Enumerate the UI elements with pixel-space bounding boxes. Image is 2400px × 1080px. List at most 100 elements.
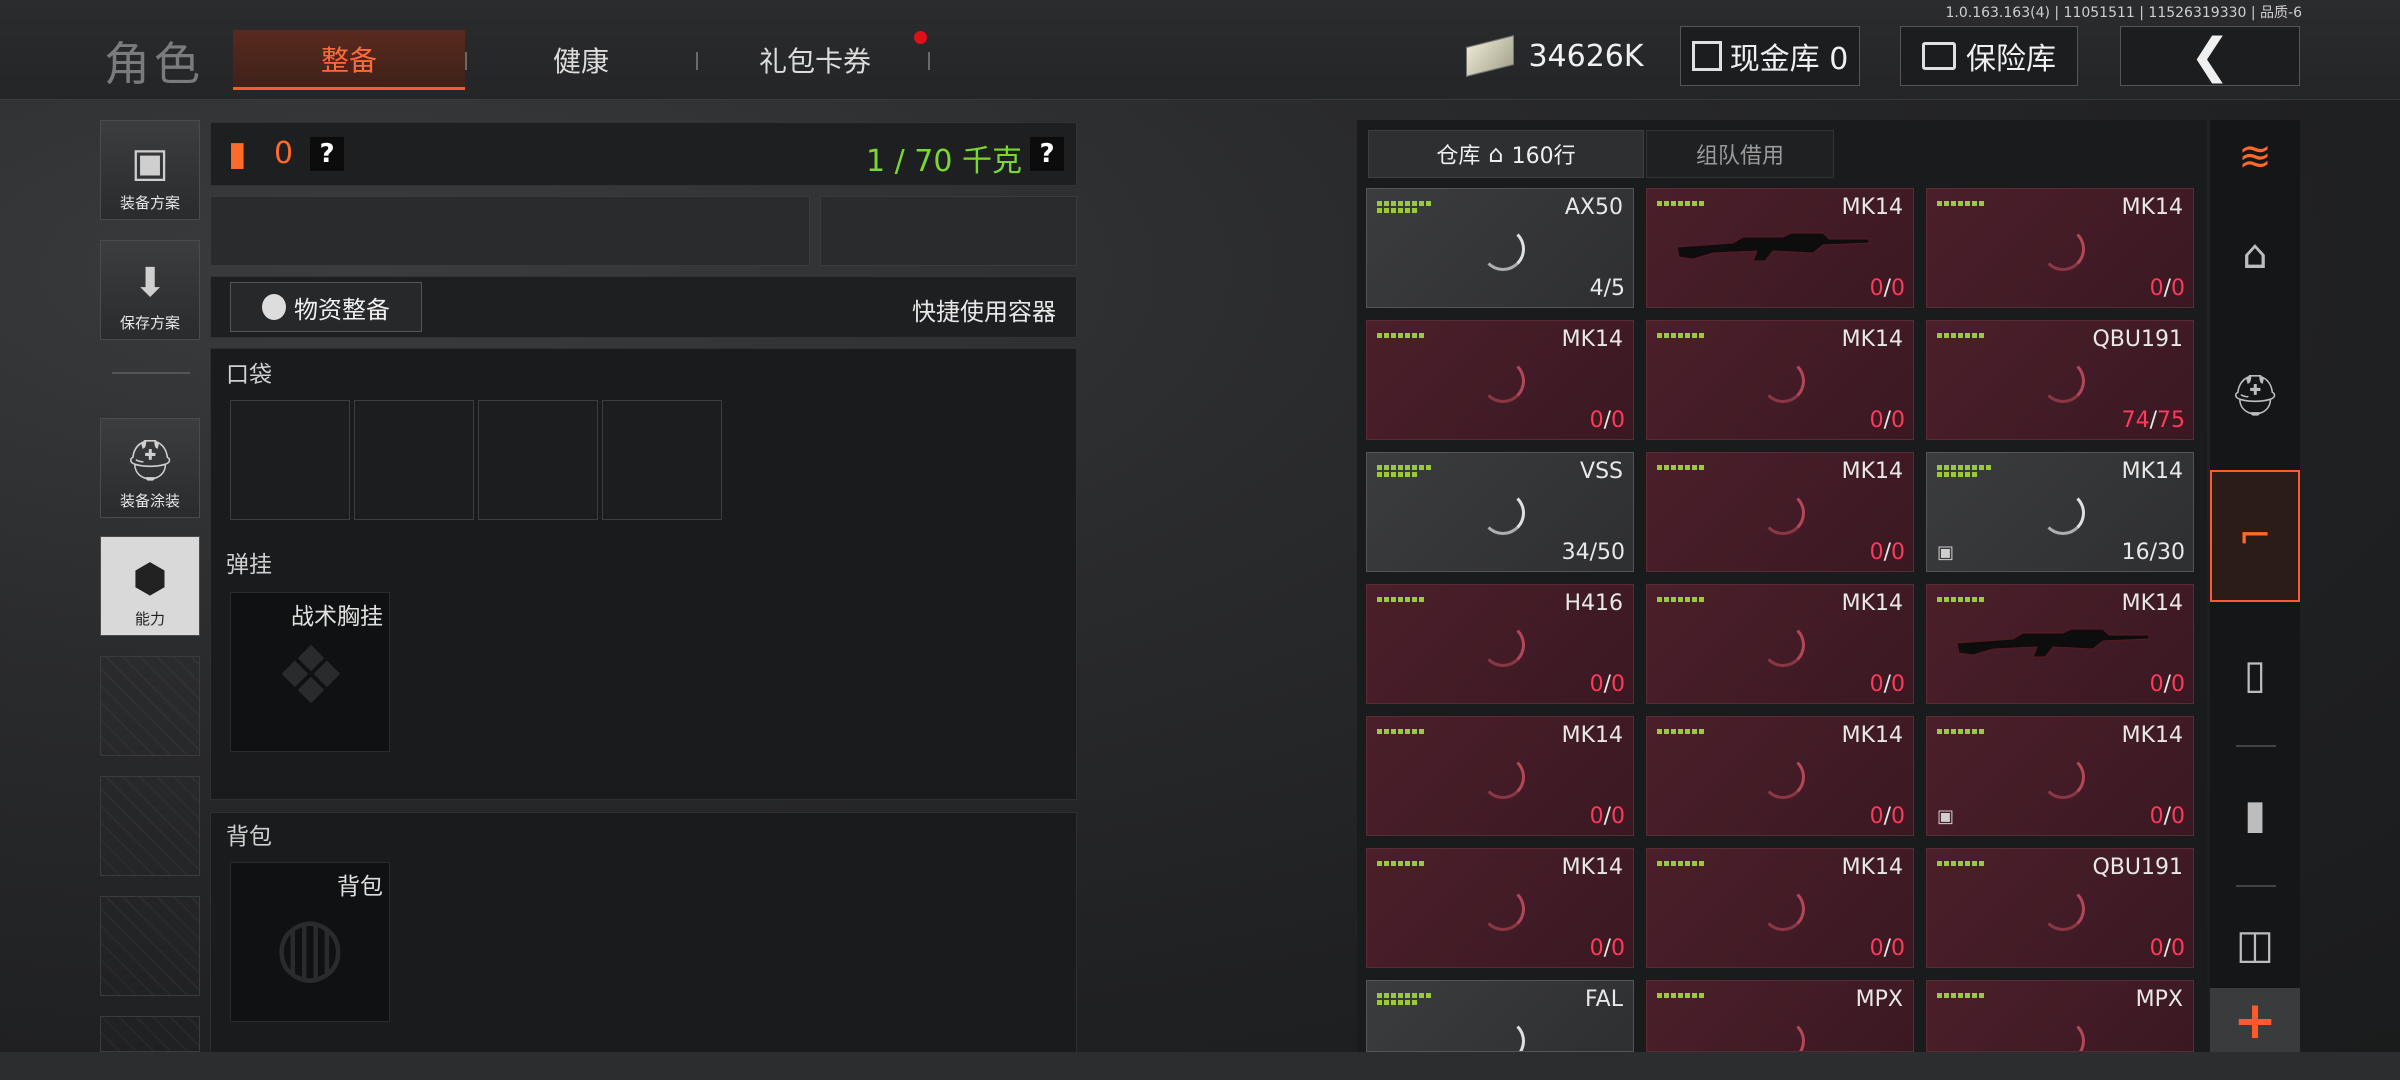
warehouse-item-card[interactable]: QBU191 74/75 bbox=[1926, 320, 2194, 440]
ammo-current: 34 bbox=[1561, 540, 1590, 565]
loading-spinner-icon bbox=[1761, 755, 1805, 799]
cash-vault-button[interactable]: 现金库 0 bbox=[1680, 26, 1860, 86]
tab-team-borrow[interactable]: 组队借用 bbox=[1646, 130, 1834, 178]
ammo-count: 0/0 bbox=[1870, 408, 1905, 433]
safe-vault-label: 保险库 bbox=[1966, 42, 2056, 77]
help-button[interactable]: ? bbox=[310, 137, 344, 171]
magazine-icon[interactable]: ▯ bbox=[2210, 630, 2300, 720]
sidebar-item-skins[interactable]: ⛑ 装备涂装 bbox=[100, 418, 200, 518]
warehouse-tab-label: 仓库 bbox=[1436, 144, 1481, 169]
ammo-count: 0/0 bbox=[1870, 540, 1905, 565]
backpack-section-label: 背包 bbox=[226, 824, 272, 850]
ammo-current: 0 bbox=[1869, 936, 1884, 961]
rifle-icon[interactable]: ⌐ bbox=[2210, 470, 2300, 602]
ammo-max: 0 bbox=[1891, 540, 1905, 565]
safe-vault-button[interactable]: 保险库 bbox=[1900, 26, 2078, 86]
helmet-icon[interactable]: ⛑ bbox=[2210, 350, 2300, 440]
back-chevron-icon: ❮ bbox=[2189, 28, 2231, 84]
warehouse-item-card[interactable]: VSS 34/50 bbox=[1366, 452, 1634, 572]
warehouse-item-card[interactable]: MK14 ▣ 16/30 bbox=[1926, 452, 2194, 572]
add-button[interactable]: + bbox=[2210, 988, 2300, 1054]
home-icon[interactable]: ⌂ bbox=[2210, 210, 2300, 300]
sidebar-item-save-plan[interactable]: ⬇ 保存方案 bbox=[100, 240, 200, 340]
item-name: MK14 bbox=[2121, 459, 2183, 484]
durability-bar bbox=[1377, 465, 1437, 477]
warehouse-item-card[interactable]: MK14 0/0 bbox=[1646, 584, 1914, 704]
ammo-separator: / bbox=[2149, 408, 2157, 433]
tab-gift-coupons[interactable]: 礼包卡券 bbox=[700, 30, 930, 90]
supply-icon bbox=[262, 294, 286, 320]
warehouse-item-card[interactable]: MK14 0/0 bbox=[1646, 452, 1914, 572]
durability-bar bbox=[1657, 729, 1704, 734]
warehouse-item-card[interactable]: MK14 0/0 bbox=[1646, 848, 1914, 968]
loading-spinner-icon bbox=[2041, 1019, 2085, 1051]
warehouse-item-card[interactable]: QBU191 0/0 bbox=[1926, 848, 2194, 968]
ammo-max: 0 bbox=[1611, 936, 1625, 961]
ammo-current: 0 bbox=[1589, 408, 1604, 433]
warehouse-item-card[interactable]: MK14 0/0 bbox=[1926, 584, 2194, 704]
warehouse-item-card[interactable]: AX50 4/5 bbox=[1366, 188, 1634, 308]
warehouse-item-card[interactable]: MK14 0/0 bbox=[1646, 188, 1914, 308]
ammo-count: 0/0 bbox=[2150, 936, 2185, 961]
equipment-slot-wide[interactable] bbox=[210, 196, 810, 266]
loading-spinner-icon bbox=[1761, 359, 1805, 403]
pocket-slot[interactable] bbox=[602, 400, 722, 520]
home-icon: ⌂ bbox=[1488, 140, 1504, 168]
item-name: QBU191 bbox=[2092, 855, 2183, 880]
ammo-max: 50 bbox=[1597, 540, 1625, 565]
pocket-slot[interactable] bbox=[230, 400, 350, 520]
back-button[interactable]: ❮ bbox=[2120, 26, 2300, 86]
weight-help-button[interactable]: ? bbox=[1030, 137, 1064, 171]
sidebar-item-ability[interactable]: ⬢ 能力 bbox=[100, 536, 200, 636]
ammo-max: 0 bbox=[1891, 276, 1905, 301]
supply-prep-button[interactable]: 物资整备 bbox=[230, 282, 422, 332]
pocket-slot[interactable] bbox=[478, 400, 598, 520]
ammo-count: 0/0 bbox=[1590, 936, 1625, 961]
backpack-slot[interactable]: ◍ 背包 bbox=[230, 862, 390, 1022]
warehouse-item-card[interactable]: MK14 ▣ 0/0 bbox=[1926, 716, 2194, 836]
durability-bar bbox=[1657, 993, 1704, 998]
item-name: MK14 bbox=[1841, 855, 1903, 880]
ammo-current: 0 bbox=[2149, 804, 2164, 829]
bullet-icon[interactable]: ▮ bbox=[2210, 770, 2300, 860]
ammo-separator: / bbox=[1883, 936, 1891, 961]
equipment-slot[interactable] bbox=[820, 196, 1077, 266]
scope-icon[interactable]: ◫ bbox=[2210, 900, 2300, 990]
item-name: MK14 bbox=[1841, 723, 1903, 748]
sidebar-empty-slot bbox=[100, 896, 200, 996]
ammo-separator: / bbox=[1589, 540, 1597, 565]
ammo-count: 0/0 bbox=[1590, 672, 1625, 697]
warehouse-item-card[interactable]: MK14 0/0 bbox=[1366, 716, 1634, 836]
loading-spinner-icon bbox=[1481, 887, 1525, 931]
rail-divider bbox=[2236, 885, 2276, 887]
chest-rig-slot[interactable]: ❖ 战术胸挂 bbox=[230, 592, 390, 752]
item-name: MK14 bbox=[1841, 327, 1903, 352]
warehouse-item-card[interactable]: H416 0/0 bbox=[1366, 584, 1634, 704]
pocket-slot[interactable] bbox=[354, 400, 474, 520]
warehouse-item-card[interactable]: MK14 0/0 bbox=[1366, 320, 1634, 440]
layers-refresh-icon[interactable]: ≋ bbox=[2210, 112, 2300, 202]
tab-health[interactable]: 健康 bbox=[466, 30, 696, 90]
sidebar-item-label: 能力 bbox=[134, 610, 165, 628]
page-title: 角色 bbox=[104, 37, 204, 91]
warehouse-item-card[interactable]: MK14 0/0 bbox=[1646, 716, 1914, 836]
tab-divider bbox=[928, 52, 930, 70]
warehouse-item-card[interactable]: MK14 0/0 bbox=[1926, 188, 2194, 308]
warehouse-item-card[interactable]: MPX bbox=[1926, 980, 2194, 1052]
loading-spinner-icon bbox=[2041, 227, 2085, 271]
notification-dot bbox=[914, 31, 927, 44]
ammo-max: 0 bbox=[2171, 936, 2185, 961]
warehouse-item-card[interactable]: MK14 0/0 bbox=[1646, 320, 1914, 440]
sidebar-item-loadout-plan[interactable]: ▣ 装备方案 bbox=[100, 120, 200, 220]
warehouse-item-card[interactable]: MK14 0/0 bbox=[1366, 848, 1634, 968]
durability-bar bbox=[1937, 729, 1984, 734]
tab-equip[interactable]: 整备 bbox=[233, 30, 465, 90]
ammo-separator: / bbox=[1883, 804, 1891, 829]
tab-warehouse[interactable]: 仓库 ⌂ 160行 bbox=[1368, 130, 1644, 178]
warehouse-item-card[interactable]: FAL bbox=[1366, 980, 1634, 1052]
warehouse-item-card[interactable]: MPX bbox=[1646, 980, 1914, 1052]
ammo-count: 16/30 bbox=[2122, 540, 2185, 565]
container-box-icon: ▣ bbox=[1937, 542, 1955, 563]
backpack-name: 背包 bbox=[337, 874, 383, 900]
quick-use-container-link[interactable]: 快捷使用容器 bbox=[912, 292, 1056, 327]
